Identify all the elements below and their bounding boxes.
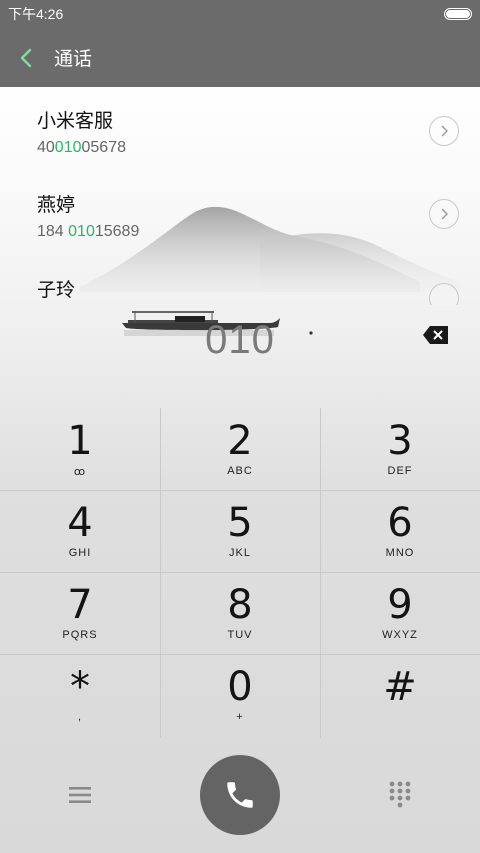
status-time: 下午4:26	[8, 6, 64, 22]
key-digit: 3	[387, 417, 413, 464]
bottom-action-bar	[0, 738, 480, 853]
contact-info-button[interactable]	[429, 116, 459, 146]
contact-number: 4001005678	[37, 139, 126, 156]
key-digit: #	[383, 663, 417, 710]
menu-button[interactable]	[60, 780, 100, 810]
key-9[interactable]: 9 WXYZ	[320, 572, 480, 654]
chevron-right-icon	[441, 125, 448, 137]
hamburger-icon	[69, 787, 91, 803]
contact-name: 燕婷	[37, 195, 76, 216]
backspace-icon	[423, 326, 448, 344]
key-digit: 1	[67, 417, 93, 464]
key-1[interactable]: 1 ꝏ	[0, 408, 160, 490]
contact-info-button[interactable]	[429, 199, 459, 229]
key-letters: ,	[77, 710, 83, 723]
key-2[interactable]: 2 ABC	[160, 408, 320, 490]
page-title: 通话	[54, 49, 93, 70]
chevron-left-icon	[20, 48, 32, 67]
contact-name: 小米客服	[37, 111, 114, 132]
key-letters: MNO	[385, 546, 415, 559]
status-bar: 下午4:26	[0, 0, 480, 28]
key-letters: DEF	[387, 464, 413, 477]
key-letters: PQRS	[62, 628, 98, 641]
dialpad: 1 ꝏ 2 ABC 3 DEF 4 GHI 5 JKL 6 MNO 7 PQRS…	[0, 408, 480, 738]
contact-number: 184 01015689	[37, 223, 140, 240]
dialpad-icon	[389, 781, 411, 808]
key-digit: 2	[227, 417, 253, 464]
contact-name: 子玲	[37, 280, 76, 301]
key-letters: TUV	[227, 628, 253, 641]
call-button[interactable]	[200, 755, 280, 835]
phone-icon	[227, 782, 253, 808]
chevron-right-icon	[441, 208, 448, 220]
key-digit: *	[70, 663, 90, 710]
key-letters: WXYZ	[382, 628, 418, 641]
dial-number-display: 010	[205, 318, 275, 362]
key-0[interactable]: 0 +	[160, 654, 320, 736]
key-digit: 8	[227, 581, 253, 628]
key-letters: GHI	[68, 546, 92, 559]
key-letters: JKL	[229, 546, 251, 559]
delete-button[interactable]	[422, 324, 450, 346]
voicemail-icon: ꝏ	[73, 465, 87, 478]
key-digit: 9	[387, 581, 413, 628]
key-6[interactable]: 6 MNO	[320, 490, 480, 572]
back-button[interactable]	[0, 28, 52, 87]
key-letters: ABC	[227, 464, 253, 477]
key-hash[interactable]: #	[320, 654, 480, 736]
contact-item[interactable]: 燕婷 184 01015689	[37, 190, 467, 260]
key-digit: 7	[67, 581, 93, 628]
contact-info-button[interactable]	[429, 283, 459, 305]
key-digit: 0	[227, 663, 253, 710]
app-header: 通话	[0, 28, 480, 87]
key-8[interactable]: 8 TUV	[160, 572, 320, 654]
key-star[interactable]: * ,	[0, 654, 160, 736]
contact-item[interactable]: 小米客服 4001005678	[37, 106, 467, 176]
key-4[interactable]: 4 GHI	[0, 490, 160, 572]
key-digit: 6	[387, 499, 413, 546]
key-letters: +	[236, 710, 244, 723]
key-5[interactable]: 5 JKL	[160, 490, 320, 572]
key-digit: 4	[67, 499, 93, 546]
contact-item[interactable]: 子玲	[37, 275, 467, 305]
battery-icon	[444, 8, 472, 20]
key-digit: 5	[227, 499, 253, 546]
key-7[interactable]: 7 PQRS	[0, 572, 160, 654]
key-3[interactable]: 3 DEF	[320, 408, 480, 490]
dialpad-toggle-button[interactable]	[380, 778, 420, 812]
